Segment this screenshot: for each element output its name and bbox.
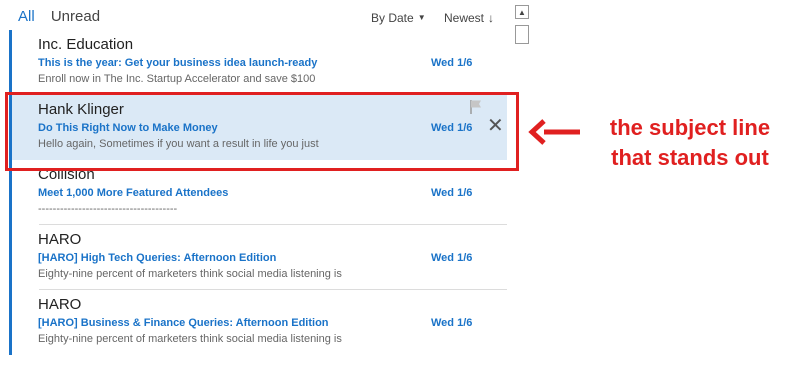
scroll-up-button[interactable]: ▲: [515, 5, 529, 19]
message-subject: Do This Right Now to Make Money: [38, 122, 218, 134]
message-date: Wed 1/6: [431, 187, 473, 199]
sort-order-toggle[interactable]: Newest ↓: [444, 11, 494, 25]
message-preview: Eighty-nine percent of marketers think s…: [38, 333, 342, 345]
message-sender: Collision: [38, 166, 95, 183]
message-item[interactable]: Collision Meet 1,000 More Featured Atten…: [9, 160, 507, 225]
message-subject: [HARO] High Tech Queries: Afternoon Edit…: [38, 252, 277, 264]
message-sender: HARO: [38, 231, 82, 248]
message-sender: Inc. Education: [38, 36, 134, 53]
message-date: Wed 1/6: [431, 57, 473, 69]
message-date: Wed 1/6: [431, 122, 473, 134]
message-preview: Hello again, Sometimes if you want a res…: [38, 138, 319, 150]
message-date: Wed 1/6: [431, 317, 473, 329]
mail-filter-tabs: All Unread: [18, 8, 112, 25]
scroll-thumb[interactable]: [515, 25, 529, 44]
tab-unread[interactable]: Unread: [51, 8, 100, 25]
message-item-selected[interactable]: Hank Klinger Do This Right Now to Make M…: [9, 95, 507, 160]
annotation-line-2: that stands out: [611, 145, 769, 170]
message-preview: Enroll now in The Inc. Startup Accelerat…: [38, 73, 316, 85]
message-preview: --------------------------------------: [38, 203, 178, 215]
message-list: Inc. Education This is the year: Get you…: [9, 30, 507, 355]
message-sender: Hank Klinger: [38, 101, 124, 118]
message-subject: Meet 1,000 More Featured Attendees: [38, 187, 229, 199]
arrow-down-icon: ↓: [488, 11, 495, 25]
delete-icon[interactable]: ✕: [487, 116, 504, 136]
caret-down-icon: ▼: [417, 13, 426, 22]
message-subject: [HARO] Business & Finance Queries: After…: [38, 317, 329, 329]
sort-order-label: Newest: [444, 11, 485, 25]
annotation-line-1: the subject line: [609, 115, 771, 140]
message-date: Wed 1/6: [431, 252, 473, 264]
scrollbar[interactable]: ▲: [513, 0, 533, 367]
message-item[interactable]: Inc. Education This is the year: Get you…: [9, 30, 507, 95]
message-item[interactable]: HARO [HARO] Business & Finance Queries: …: [9, 290, 507, 355]
message-sender: HARO: [38, 296, 82, 313]
message-item[interactable]: HARO [HARO] High Tech Queries: Afternoon…: [9, 225, 507, 290]
annotation-text: the subject line that stands out: [585, 113, 795, 173]
annotation-arrow-icon: [528, 119, 580, 145]
message-preview: Eighty-nine percent of marketers think s…: [38, 268, 342, 280]
message-subject: This is the year: Get your business idea…: [38, 57, 318, 69]
tab-all[interactable]: All: [18, 8, 35, 25]
sort-by-label: By Date: [371, 11, 414, 25]
sort-by-date-dropdown[interactable]: By Date ▼: [371, 11, 426, 25]
flag-icon[interactable]: [469, 99, 483, 115]
